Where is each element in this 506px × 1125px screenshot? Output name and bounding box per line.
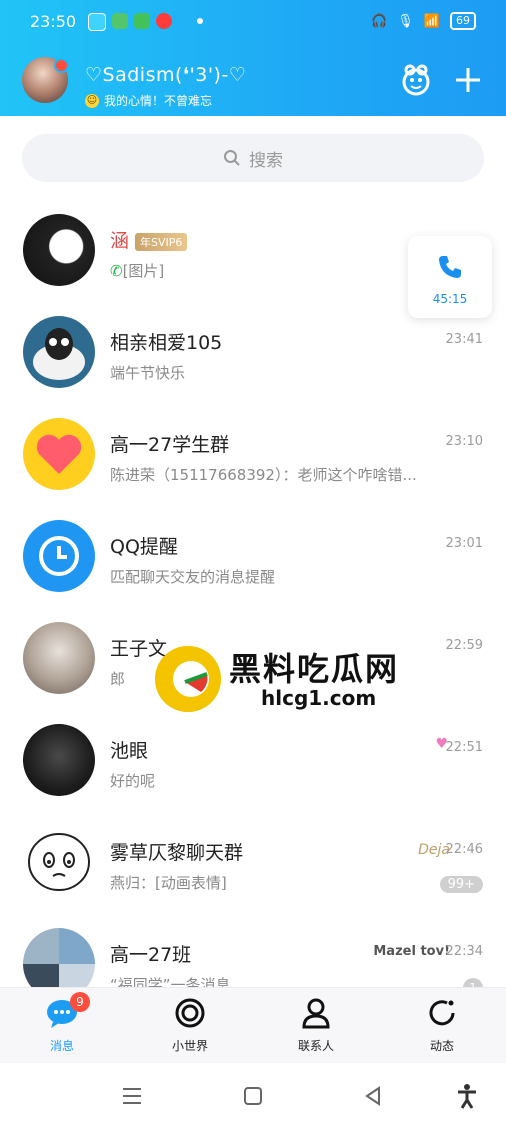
watermark-logo-icon — [155, 646, 221, 712]
avatar — [23, 826, 95, 898]
app-header: 23:50 🎧 🎙 📶 69 ♡Sadism(❛'3')-♡ ☺ 我的心情！不曾… — [0, 0, 506, 116]
conversation-name: 涵年SVIP6 — [110, 226, 188, 253]
watermelon-icon — [155, 646, 221, 712]
small-world-icon — [175, 998, 205, 1028]
conversation-name: 雾草仄黎聊天群 — [110, 842, 244, 864]
status-right: 🎧 🎙 📶 69 — [371, 12, 476, 30]
tab-moments[interactable]: 动态 — [402, 996, 482, 1054]
notification-dot — [197, 18, 203, 24]
search-icon — [224, 150, 240, 166]
conversation-time: 22:59 — [445, 638, 483, 653]
conversation-row[interactable]: 相亲相爱105 端午节快乐 23:41 — [0, 304, 506, 406]
avatar — [23, 214, 95, 286]
home-icon[interactable] — [242, 1085, 264, 1107]
tab-contacts[interactable]: 联系人 — [276, 996, 356, 1054]
status-bar: 23:50 🎧 🎙 📶 69 — [0, 10, 506, 34]
moments-icon — [429, 1000, 455, 1026]
sheep-icon — [33, 328, 85, 380]
conversation-preview: 匹配聊天交友的消息提醒 — [110, 568, 276, 586]
heart-icon — [36, 434, 82, 474]
conversation-time: 23:10 — [445, 434, 483, 449]
system-nav-bar — [0, 1063, 506, 1125]
conversation-row[interactable]: QQ提醒 匹配聊天交友的消息提醒 23:01 — [0, 508, 506, 610]
unread-badge: 99+ — [439, 876, 483, 893]
tab-label: 小世界 — [171, 1039, 208, 1053]
avatar — [23, 724, 95, 796]
watermark-title: 黑料吃瓜网 — [229, 650, 400, 688]
tab-label: 消息 — [49, 1039, 74, 1053]
avatar — [23, 520, 95, 592]
conversation-preview: 端午节快乐 — [110, 364, 186, 382]
mascot-icon[interactable] — [398, 62, 434, 98]
tab-label: 联系人 — [297, 1039, 334, 1053]
call-duration: 45:15 — [432, 292, 468, 306]
clock-icon — [39, 536, 79, 576]
avatar — [23, 622, 95, 694]
back-icon[interactable] — [362, 1085, 384, 1107]
conversation-preview: 好的呢 — [110, 772, 156, 790]
my-nickname[interactable]: ♡Sadism(❛'3')-♡ — [85, 64, 246, 86]
tab-label: 动态 — [429, 1039, 454, 1053]
conversation-time: 22:34 — [445, 944, 483, 959]
status-time: 23:50 — [30, 12, 77, 31]
mazel-tov-sticker: Mazel tov! — [373, 944, 450, 959]
watermark-overlay: 黑料吃瓜网 hlcg1.com — [155, 640, 415, 730]
bottom-tab-bar: 9 消息 小世界 联系人 动态 — [0, 987, 506, 1064]
phone-call-icon — [439, 256, 461, 278]
phone-icon: ✆ — [110, 262, 123, 280]
recent-apps-icon[interactable] — [120, 1085, 144, 1107]
conversation-name: 高一27学生群 — [110, 434, 230, 456]
mood-icon: ☺ — [85, 93, 99, 108]
conversation-preview: 燕归：[动画表情] — [110, 874, 227, 892]
conversation-preview: ✆[图片] — [110, 262, 165, 280]
app-notification-icon — [134, 13, 150, 29]
tab-small-world[interactable]: 小世界 — [150, 996, 230, 1054]
avatar — [23, 418, 95, 490]
my-signature-row[interactable]: ☺ 我的心情！不曾难忘 — [85, 92, 212, 109]
conversation-row[interactable]: 雾草仄黎聊天群 燕归：[动画表情] Deja 22:46 99+ — [0, 814, 506, 916]
my-avatar[interactable] — [22, 57, 69, 103]
tab-messages[interactable]: 9 消息 — [22, 992, 102, 1054]
search-placeholder: 搜索 — [249, 150, 283, 171]
conversation-name: QQ提醒 — [110, 536, 178, 558]
headphone-icon: 🎧 — [371, 13, 388, 29]
add-icon[interactable] — [450, 62, 486, 98]
app-notification-icon — [156, 13, 172, 29]
search-bar[interactable]: 搜索 — [22, 134, 484, 182]
watermark-url: hlcg1.com — [261, 686, 377, 710]
avatar — [23, 316, 95, 388]
mic-icon: 🎙 — [397, 13, 414, 29]
my-signature: 我的心情！不曾难忘 — [104, 94, 213, 108]
avatar-status-dot — [54, 58, 69, 73]
conversation-name: 相亲相爱105 — [110, 332, 223, 354]
contacts-icon — [302, 998, 330, 1029]
tab-badge: 9 — [70, 992, 90, 1012]
conversation-time: 23:41 — [445, 332, 483, 347]
accessibility-icon[interactable] — [456, 1083, 478, 1109]
conversation-preview: 郎 — [110, 670, 126, 688]
conversation-name: 高一27班 — [110, 944, 192, 966]
conversation-time: 22:51 — [445, 740, 483, 755]
vip-badge: 年SVIP6 — [135, 232, 188, 251]
conversation-time: 23:01 — [445, 536, 483, 551]
conversation-time: 22:46 — [445, 842, 483, 857]
conversation-preview: 陈进荣（15117668392）：老师这个咋啥错... — [110, 466, 417, 484]
conversation-list: 涵年SVIP6 ✆[图片] 相亲相爱105 端午节快乐 23:41 高一27学生… — [0, 202, 506, 1018]
conversation-name: 池眼 — [110, 740, 149, 762]
app-notification-icon — [112, 13, 128, 29]
battery-indicator: 69 — [450, 12, 476, 30]
app-notification-icon — [88, 13, 106, 31]
conversation-row[interactable]: 高一27学生群 陈进荣（15117668392）：老师这个咋啥错... 23:1… — [0, 406, 506, 508]
wifi-icon: 📶 — [423, 13, 440, 29]
call-floating-window[interactable]: 45:15 — [408, 236, 492, 318]
status-app-icons — [88, 13, 172, 31]
meme-face-icon — [28, 833, 90, 891]
